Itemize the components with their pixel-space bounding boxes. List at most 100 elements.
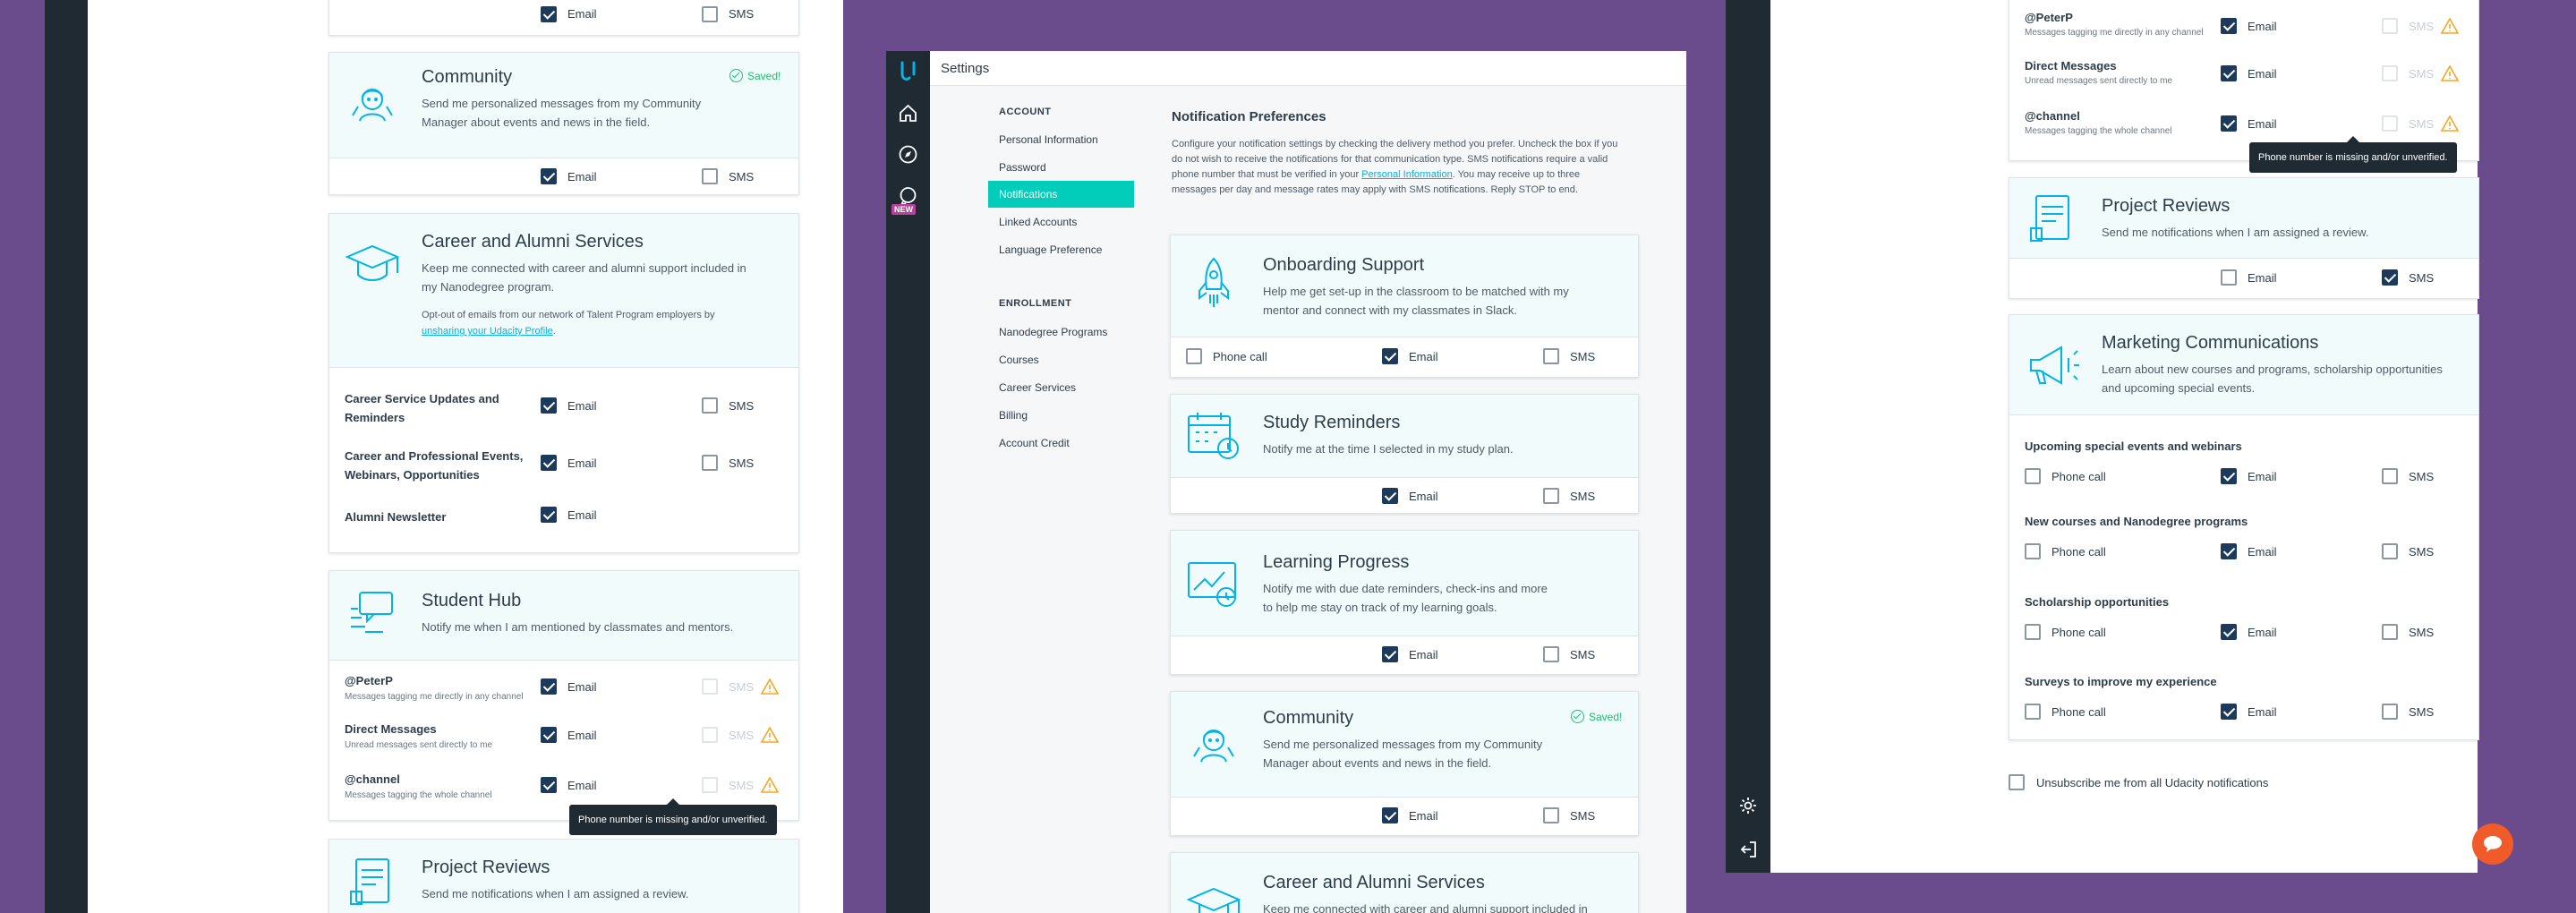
- email-checkbox[interactable]: [2221, 18, 2237, 34]
- nav-item-language-preference[interactable]: Language Preference: [999, 243, 1102, 256]
- row-sublabel: Messages tagging me directly in any chan…: [345, 692, 524, 702]
- nav-header-account: ACCOUNT: [999, 107, 1052, 117]
- sms-checkbox[interactable]: [2382, 468, 2398, 484]
- check-circle-icon: [729, 69, 743, 82]
- intro-line: messages per day and message rates may a…: [1172, 184, 1578, 195]
- compass-icon[interactable]: [898, 144, 918, 165]
- card-description: Learn about new courses and programs, sc…: [2102, 360, 2469, 397]
- sms-checkbox[interactable]: [702, 168, 718, 184]
- desc-line: Help me get set-up in the classroom to b…: [1263, 285, 1569, 298]
- email-checkbox[interactable]: [541, 777, 557, 793]
- nav-item-billing[interactable]: Billing: [999, 409, 1028, 422]
- desc-line: mentor and connect with my classmates in…: [1263, 303, 1517, 317]
- card-description: Keep me connected with career and alumni…: [422, 259, 789, 296]
- email-checkbox[interactable]: [1382, 488, 1398, 504]
- email-checkbox[interactable]: [1382, 646, 1398, 662]
- card-title: Career and Alumni Services: [1263, 873, 1485, 892]
- email-checkbox[interactable]: [2221, 704, 2237, 720]
- email-checkbox[interactable]: [541, 168, 557, 184]
- logout-icon[interactable]: [1738, 840, 1758, 859]
- row-label: Surveys to improve my experience: [2025, 675, 2217, 688]
- nav-item-password[interactable]: Password: [999, 161, 1046, 174]
- sms-checkbox[interactable]: [1543, 646, 1559, 662]
- phone-call-checkbox[interactable]: [1186, 348, 1202, 364]
- email-checkbox[interactable]: [2221, 543, 2237, 559]
- sms-checkbox-disabled: [702, 727, 718, 743]
- email-checkbox[interactable]: [541, 678, 557, 695]
- email-checkbox[interactable]: [541, 727, 557, 743]
- sms-checkbox[interactable]: [2382, 704, 2398, 720]
- progress-chart-icon: [1188, 562, 1236, 607]
- email-label: Email: [2248, 626, 2277, 639]
- sms-checkbox-disabled: [702, 777, 718, 793]
- email-checkbox[interactable]: [541, 397, 557, 414]
- home-icon[interactable]: [898, 103, 918, 124]
- personal-information-link[interactable]: Personal Information: [1361, 169, 1453, 180]
- email-checkbox[interactable]: [2221, 269, 2237, 286]
- card-title: Project Reviews: [422, 858, 550, 877]
- sms-checkbox[interactable]: [2382, 269, 2398, 286]
- sms-checkbox-disabled: [2382, 18, 2398, 34]
- warning-icon[interactable]: [2441, 18, 2459, 34]
- nav-item-notifications[interactable]: Notifications: [988, 181, 1134, 208]
- sms-checkbox[interactable]: [1543, 807, 1559, 823]
- row-label: Direct Messages: [2025, 59, 2117, 73]
- sms-label: SMS: [1570, 648, 1596, 661]
- sms-checkbox[interactable]: [2382, 543, 2398, 559]
- email-checkbox[interactable]: [1382, 348, 1398, 364]
- email-checkbox[interactable]: [2221, 624, 2237, 640]
- sms-checkbox[interactable]: [702, 397, 718, 414]
- phone-call-checkbox[interactable]: [2025, 624, 2041, 640]
- warning-icon[interactable]: [761, 777, 779, 793]
- warning-icon[interactable]: [761, 678, 779, 695]
- sms-checkbox[interactable]: [1543, 488, 1559, 504]
- email-label: Email: [2248, 67, 2277, 81]
- unsubscribe-all-label: Unsubscribe me from all Udacity notifica…: [2036, 776, 2269, 789]
- email-label: Email: [1409, 350, 1438, 363]
- email-checkbox[interactable]: [2221, 65, 2237, 81]
- nav-item-personal-information[interactable]: Personal Information: [999, 133, 1098, 146]
- row-sublabel: Messages tagging the whole channel: [345, 790, 492, 800]
- sms-checkbox[interactable]: [2382, 624, 2398, 640]
- phone-call-checkbox[interactable]: [2025, 704, 2041, 720]
- nav-item-nanodegree-programs[interactable]: Nanodegree Programs: [999, 326, 1107, 338]
- udacity-logo-icon[interactable]: [895, 58, 921, 84]
- email-label: Email: [567, 456, 597, 470]
- unshare-profile-link[interactable]: unsharing your Udacity Profile: [422, 326, 553, 337]
- email-checkbox[interactable]: [541, 6, 557, 22]
- phone-call-label: Phone call: [2051, 705, 2106, 719]
- row-label: @channel: [345, 772, 400, 786]
- saved-text: Saved!: [747, 70, 781, 82]
- nav-item-account-credit[interactable]: Account Credit: [999, 437, 1070, 449]
- phone-call-checkbox[interactable]: [2025, 543, 2041, 559]
- email-checkbox[interactable]: [541, 507, 557, 523]
- sms-checkbox[interactable]: [702, 455, 718, 471]
- chat-help-button[interactable]: [2472, 823, 2513, 865]
- warning-icon[interactable]: [761, 727, 779, 743]
- project-reviews-card-left: Project Reviews Send me notifications wh…: [328, 839, 799, 913]
- sms-checkbox[interactable]: [702, 6, 718, 22]
- check-circle-icon: [1571, 710, 1584, 723]
- nav-item-career-services[interactable]: Career Services: [999, 381, 1076, 394]
- sms-label: SMS: [2409, 20, 2435, 33]
- sms-label: SMS: [2409, 545, 2435, 559]
- email-label: Email: [567, 170, 597, 183]
- phone-call-checkbox[interactable]: [2025, 468, 2041, 484]
- chat-bubble-icon: [2484, 836, 2502, 852]
- email-checkbox[interactable]: [541, 455, 557, 471]
- warning-icon[interactable]: [2441, 115, 2459, 132]
- unsubscribe-all-checkbox[interactable]: [2009, 774, 2025, 790]
- warning-icon[interactable]: [2441, 65, 2459, 81]
- nav-item-courses[interactable]: Courses: [999, 354, 1039, 366]
- gear-icon[interactable]: [1738, 796, 1758, 815]
- sms-label: SMS: [2409, 626, 2435, 639]
- phone-call-label: Phone call: [2051, 626, 2106, 639]
- sms-checkbox[interactable]: [1543, 348, 1559, 364]
- email-checkbox[interactable]: [1382, 807, 1398, 823]
- email-checkbox[interactable]: [2221, 115, 2237, 132]
- email-label: Email: [2248, 470, 2277, 483]
- prefs-intro: Configure your notification settings by …: [1172, 137, 1655, 198]
- nav-item-linked-accounts[interactable]: Linked Accounts: [999, 216, 1077, 228]
- email-checkbox[interactable]: [2221, 468, 2237, 484]
- sms-warning-tooltip: Phone number is missing and/or unverifie…: [2249, 136, 2457, 173]
